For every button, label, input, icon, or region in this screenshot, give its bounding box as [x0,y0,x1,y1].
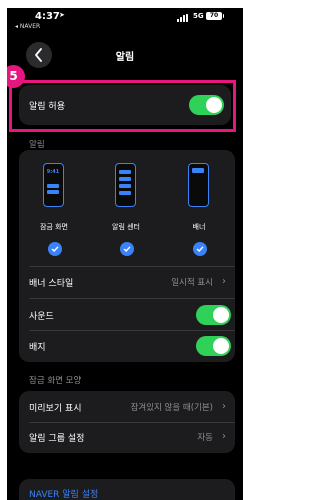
location-arrow-icon: ➤ [59,11,65,19]
back-to-app-link[interactable]: ◂ NAVER [15,23,40,30]
lock-appearance-card: 미리보기 표시 잠겨있지 않을 때(기본) › 알림 그룹 설정 자동 › [19,391,235,453]
allow-notifications-toggle[interactable] [189,95,224,115]
show-previews-label: 미리보기 표시 [29,404,82,414]
status-bar: 4:37 ➤ ◂ NAVER 5G 70 [7,8,243,32]
allow-notifications-card: 알림 허용 [19,85,231,125]
lock-screen-preview-icon[interactable]: 9:41 [43,163,64,207]
lock-appearance-section-header: 잠금 화면 모양 [29,376,82,386]
battery-icon: 70 [206,12,224,20]
checkmark-icon[interactable] [193,242,207,256]
style-label-notification-center: 알림 센터 [112,223,140,231]
notification-grouping-value: 자동 [197,433,213,443]
status-time: 4:37 [35,11,60,22]
banner-preview-icon[interactable] [188,163,209,207]
notification-grouping-label: 알림 그룹 설정 [29,434,85,444]
sound-row: 사운드 [19,300,235,330]
badge-toggle[interactable] [196,336,231,356]
show-previews-row[interactable]: 미리보기 표시 잠겨있지 않을 때(기본) › [19,392,235,422]
style-label-banner: 배너 [192,223,206,231]
badge-label: 배지 [29,343,46,353]
preview-clock: 9:41 [46,169,60,175]
checkmark-icon[interactable] [120,242,134,256]
banner-style-value: 일시적 표시 [171,278,213,288]
chevron-right-icon: › [222,276,226,287]
chevron-right-icon: › [222,431,226,442]
app-notification-settings-link[interactable]: NAVER 알림 설정 [29,487,98,500]
notification-center-preview-icon[interactable] [115,163,136,207]
banner-style-label: 배너 스타일 [29,279,74,289]
step-badge: 5 [7,65,25,88]
checkmark-icon[interactable] [48,242,62,256]
show-previews-value: 잠겨있지 않을 때(기본) [130,403,213,413]
chevron-right-icon: › [222,401,226,412]
alerts-card: 9:41 잠금 화면 알림 센터 배너 배너 스타일 일시적 표시 › 사운드 … [19,150,235,362]
network-type: 5G [193,12,204,20]
notification-grouping-row[interactable]: 알림 그룹 설정 자동 › [19,422,235,452]
allow-notifications-label: 알림 허용 [29,102,65,112]
banner-style-row[interactable]: 배너 스타일 일시적 표시 › [19,267,235,297]
page-title: 알림 [115,52,135,63]
sound-toggle[interactable] [196,305,231,325]
badge-row: 배지 [19,331,235,361]
alerts-section-header: 알림 [29,140,45,150]
style-label-lock-screen: 잠금 화면 [40,223,68,231]
settings-screen: 4:37 ➤ ◂ NAVER 5G 70 알림 알림 허용 5 알림 9:41 … [7,8,243,500]
signal-icon [177,14,191,22]
sound-label: 사운드 [29,312,54,322]
